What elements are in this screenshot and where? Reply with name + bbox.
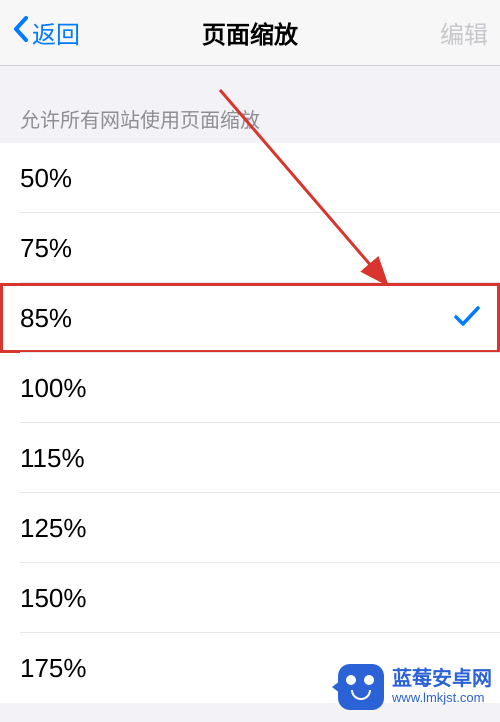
zoom-option-row[interactable]: 150% <box>0 563 500 633</box>
zoom-option-label: 75% <box>20 233 72 264</box>
zoom-option-label: 125% <box>20 513 87 544</box>
zoom-option-row[interactable]: 85% <box>0 283 500 353</box>
zoom-option-label: 50% <box>20 163 72 194</box>
zoom-option-row[interactable]: 125% <box>0 493 500 563</box>
watermark-url: www.lmkjst.com <box>392 691 492 706</box>
navigation-bar: 返回 页面缩放 编辑 <box>0 0 500 66</box>
watermark: 蓝莓安卓网 www.lmkjst.com <box>338 664 492 710</box>
checkmark-icon <box>454 305 480 332</box>
page-title: 页面缩放 <box>202 15 298 50</box>
edit-button[interactable]: 编辑 <box>440 15 488 50</box>
zoom-options-list: 50% 75% 85% 100% 115% 125% 150% <box>0 143 500 703</box>
zoom-option-row[interactable]: 115% <box>0 423 500 493</box>
zoom-option-row[interactable]: 50% <box>0 143 500 213</box>
back-button[interactable]: 返回 <box>12 15 80 50</box>
chevron-left-icon <box>12 15 30 50</box>
watermark-logo-icon <box>338 664 384 710</box>
zoom-option-row[interactable]: 100% <box>0 353 500 423</box>
zoom-option-label: 100% <box>20 373 87 404</box>
watermark-title: 蓝莓安卓网 <box>392 668 492 691</box>
watermark-text: 蓝莓安卓网 www.lmkjst.com <box>392 668 492 706</box>
back-label: 返回 <box>32 15 80 50</box>
zoom-option-row[interactable]: 75% <box>0 213 500 283</box>
zoom-option-label: 85% <box>20 303 72 334</box>
zoom-option-label: 150% <box>20 583 87 614</box>
zoom-option-label: 115% <box>20 443 85 474</box>
section-header: 允许所有网站使用页面缩放 <box>0 66 500 143</box>
zoom-option-label: 175% <box>20 653 87 684</box>
